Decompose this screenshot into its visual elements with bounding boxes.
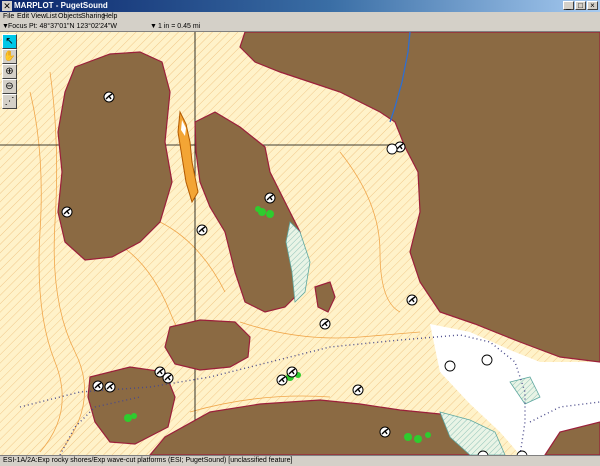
middle-island — [164, 319, 251, 371]
map-app-icon: ✕ — [2, 1, 12, 11]
menu-objects[interactable]: Objects — [58, 12, 82, 22]
zoom-in-tool[interactable]: ⊕ — [2, 64, 17, 79]
status-bar: ESI-1A/2A:Exp rocky shores/Exp wave-cut … — [0, 455, 600, 466]
menu-file[interactable]: File — [3, 12, 14, 22]
zoom-out-tool[interactable]: ⊖ — [2, 79, 17, 94]
menu-sharing[interactable]: Sharing — [81, 12, 105, 22]
focus-point-readout: Focus Pt: 48°37'01"N 123°02'24"W — [8, 23, 117, 30]
arrow-tool[interactable]: ↖ — [2, 34, 17, 49]
menu-list[interactable]: List — [46, 12, 57, 22]
close-button[interactable]: × — [587, 1, 598, 10]
minimize-button[interactable]: _ — [563, 1, 574, 10]
maximize-button[interactable]: □ — [575, 1, 586, 10]
menu-help[interactable]: Help — [103, 12, 117, 22]
map-view[interactable]: ↖ ✋ ⊕ ⊖ ⋰ — [0, 32, 600, 455]
menu-edit[interactable]: Edit — [17, 12, 29, 22]
focus-dropdown-arrow-icon[interactable]: ▼ — [2, 23, 9, 30]
map-tool-palette: ↖ ✋ ⊕ ⊖ ⋰ — [2, 34, 17, 110]
scale-readout: 1 in = 0.45 mi — [158, 23, 201, 30]
window-title: MARPLOT - PugetSound — [14, 1, 108, 10]
title-bar: ✕ MARPLOT - PugetSound _ □ × — [0, 0, 600, 12]
map-canvas[interactable] — [0, 32, 600, 455]
info-bar: ▼ Focus Pt: 48°37'01"N 123°02'24"W ▼ 1 i… — [0, 22, 600, 32]
scale-dropdown-arrow-icon[interactable]: ▼ — [150, 23, 157, 30]
menu-view[interactable]: View — [31, 12, 46, 22]
lasso-tool[interactable]: ⋰ — [2, 94, 17, 109]
menu-bar: File Edit View List Objects Sharing Help — [0, 12, 600, 22]
hand-tool[interactable]: ✋ — [2, 49, 17, 64]
